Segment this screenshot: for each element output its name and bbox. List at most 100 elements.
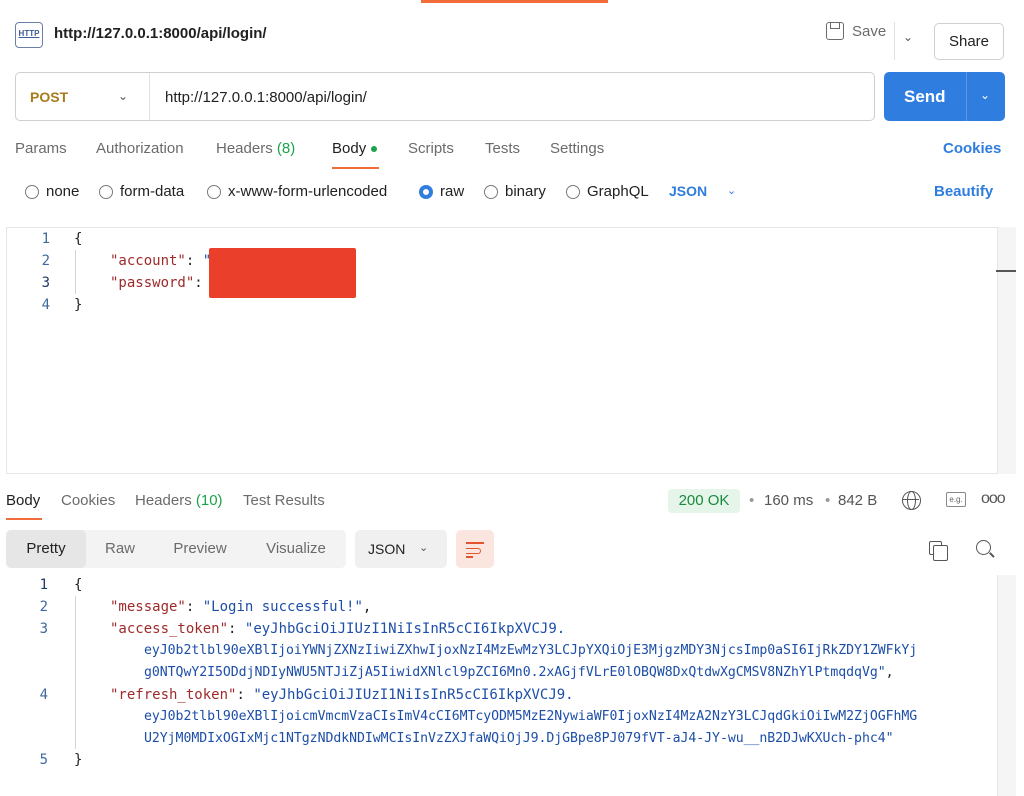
response-tab-cookies[interactable]: Cookies <box>61 492 115 509</box>
send-label: Send <box>904 87 946 106</box>
code-line: "refresh_token": "eyJhbGciOiJIUzI1NiIsIn… <box>110 687 574 703</box>
json-string: "Login successful!" <box>202 599 363 615</box>
radio-urlencoded-label: x-www-form-urlencoded <box>228 183 388 200</box>
tab-params[interactable]: Params <box>15 140 67 157</box>
code-line: eyJ0b2tlbl90eXBlIjoiYWNjZXNzIiwiZXhwIjox… <box>144 640 917 662</box>
line-number: 3 <box>41 275 50 291</box>
share-button[interactable]: Share <box>934 23 1004 60</box>
save-icon <box>826 22 844 40</box>
separator-dot: • <box>825 492 831 509</box>
tab-settings[interactable]: Settings <box>550 140 604 157</box>
tab-body[interactable]: Body <box>332 140 378 157</box>
code-line: g0NTQwY2I5ODdjNDIyNWU5NTJiZjA5IiwidXNlcl… <box>144 665 894 680</box>
request-bar: POST ⌄ http://127.0.0.1:8000/api/login/ <box>15 72 875 121</box>
json-string: g0NTQwY2I5ODdjNDIyNWU5NTJiZjA5IiwidXNlcl… <box>144 665 886 680</box>
radio-raw[interactable]: raw <box>419 183 464 200</box>
tab-authorization[interactable]: Authorization <box>96 140 184 157</box>
radio-graphql[interactable]: GraphQL <box>566 183 649 200</box>
response-tab-headers-label: Headers <box>135 492 192 509</box>
line-number: 1 <box>41 231 50 247</box>
response-time[interactable]: 160 ms <box>764 492 813 509</box>
view-visualize-button[interactable]: Visualize <box>246 530 346 568</box>
save-button[interactable]: Save <box>826 22 886 40</box>
radio-binary[interactable]: binary <box>484 183 546 200</box>
radio-circle-icon <box>566 184 580 199</box>
json-key: "password" <box>110 275 195 291</box>
request-tabs: Params Authorization Headers (8) Body Sc… <box>15 140 1015 170</box>
method-divider <box>149 73 150 120</box>
code-line: "password": <box>110 275 203 291</box>
globe-icon[interactable] <box>902 491 921 510</box>
radio-form-data[interactable]: form-data <box>99 183 184 200</box>
line-number: 4 <box>41 297 50 313</box>
response-view-switcher: Pretty Raw Preview Visualize <box>6 530 346 568</box>
response-scrollbar[interactable] <box>997 575 1016 796</box>
json-key: "refresh_token" <box>110 687 237 703</box>
tab-headers[interactable]: Headers (8) <box>216 140 295 157</box>
view-pretty-button[interactable]: Pretty <box>6 530 86 568</box>
json-string: "eyJhbGciOiJIUzI1NiIsInR5cCI6IkpXVCJ9. <box>253 687 574 703</box>
wrap-lines-button[interactable] <box>456 530 494 568</box>
more-options-icon[interactable]: ooo <box>981 490 1006 508</box>
url-input[interactable]: http://127.0.0.1:8000/api/login/ <box>165 89 367 106</box>
save-options-chevron-down-icon[interactable]: ⌄ <box>903 30 913 44</box>
tab-tests[interactable]: Tests <box>485 140 520 157</box>
response-size[interactable]: 842 B <box>838 492 877 509</box>
request-title[interactable]: http://127.0.0.1:8000/api/login/ <box>54 25 267 42</box>
response-format-chevron-down-icon: ⌄ <box>419 542 429 554</box>
line-number: 2 <box>39 599 48 615</box>
radio-circle-icon <box>207 184 221 199</box>
json-string: U2YjM0MDIxOGIxMjc1NTgzNDdkNDIwMCIsInVzZX… <box>144 731 894 746</box>
send-divider <box>966 72 967 121</box>
json-string: eyJ0b2tlbl90eXBlIjoiYWNjZXNzIiwiZXhwIjox… <box>144 643 918 658</box>
json-key: "message" <box>110 599 186 615</box>
radio-none[interactable]: none <box>25 183 79 200</box>
scrollbar-thumb[interactable] <box>996 270 1016 272</box>
view-preview-button[interactable]: Preview <box>154 530 246 568</box>
body-tab-underline <box>332 167 379 169</box>
response-format-label: JSON <box>368 541 406 557</box>
send-options-chevron-down-icon[interactable]: ⌄ <box>980 88 990 102</box>
wrap-lines-icon-part <box>466 556 473 558</box>
json-string: eyJ0b2tlbl90eXBlIjoicmVmcmVzaCIsImV4cCI6… <box>144 709 918 724</box>
tab-body-label: Body <box>332 140 367 157</box>
copy-icon[interactable] <box>929 541 948 561</box>
request-editor-scrollbar[interactable] <box>997 227 1016 474</box>
code-line: } <box>74 297 83 313</box>
search-icon[interactable] <box>976 540 991 555</box>
wrap-lines-icon <box>466 542 484 544</box>
body-format-chevron-down-icon[interactable]: ⌄ <box>727 184 736 197</box>
separator-dot: • <box>749 492 755 509</box>
radio-none-label: none <box>46 183 80 200</box>
response-format-select[interactable]: JSON ⌄ <box>355 530 447 568</box>
active-tab-accent <box>421 0 608 3</box>
radio-urlencoded[interactable]: x-www-form-urlencoded <box>207 183 387 200</box>
status-badge[interactable]: 200 OK <box>668 489 740 513</box>
example-icon[interactable]: e.g. <box>946 492 966 507</box>
method-select[interactable]: POST <box>30 89 68 105</box>
send-button[interactable]: Send ⌄ <box>884 72 1005 121</box>
line-number: 3 <box>39 621 48 637</box>
json-key: "account" <box>110 253 186 269</box>
response-tab-test-results[interactable]: Test Results <box>243 492 325 509</box>
line-number: 4 <box>39 687 48 703</box>
body-format-select[interactable]: JSON <box>669 183 707 199</box>
radio-graphql-label: GraphQL <box>587 183 649 200</box>
method-chevron-down-icon[interactable]: ⌄ <box>118 89 128 103</box>
radio-circle-icon <box>25 184 39 199</box>
view-raw-button[interactable]: Raw <box>86 530 154 568</box>
response-tab-body[interactable]: Body <box>6 492 40 509</box>
code-line: { <box>74 231 83 247</box>
response-tab-headers[interactable]: Headers (10) <box>135 492 223 509</box>
code-line: } <box>74 752 83 768</box>
code-line: eyJ0b2tlbl90eXBlIjoicmVmcmVzaCIsImV4cCI6… <box>144 706 917 728</box>
response-headers-count: (10) <box>195 492 223 509</box>
beautify-button[interactable]: Beautify <box>934 183 993 200</box>
body-modified-dot-icon <box>371 146 378 153</box>
json-key: "access_token" <box>110 621 229 637</box>
http-icon: HTTP <box>15 22 43 48</box>
tab-scripts[interactable]: Scripts <box>408 140 454 157</box>
cookies-link[interactable]: Cookies <box>943 140 1001 157</box>
line-number: 5 <box>39 752 48 768</box>
body-type-options: none form-data x-www-form-urlencoded raw… <box>25 183 1015 203</box>
